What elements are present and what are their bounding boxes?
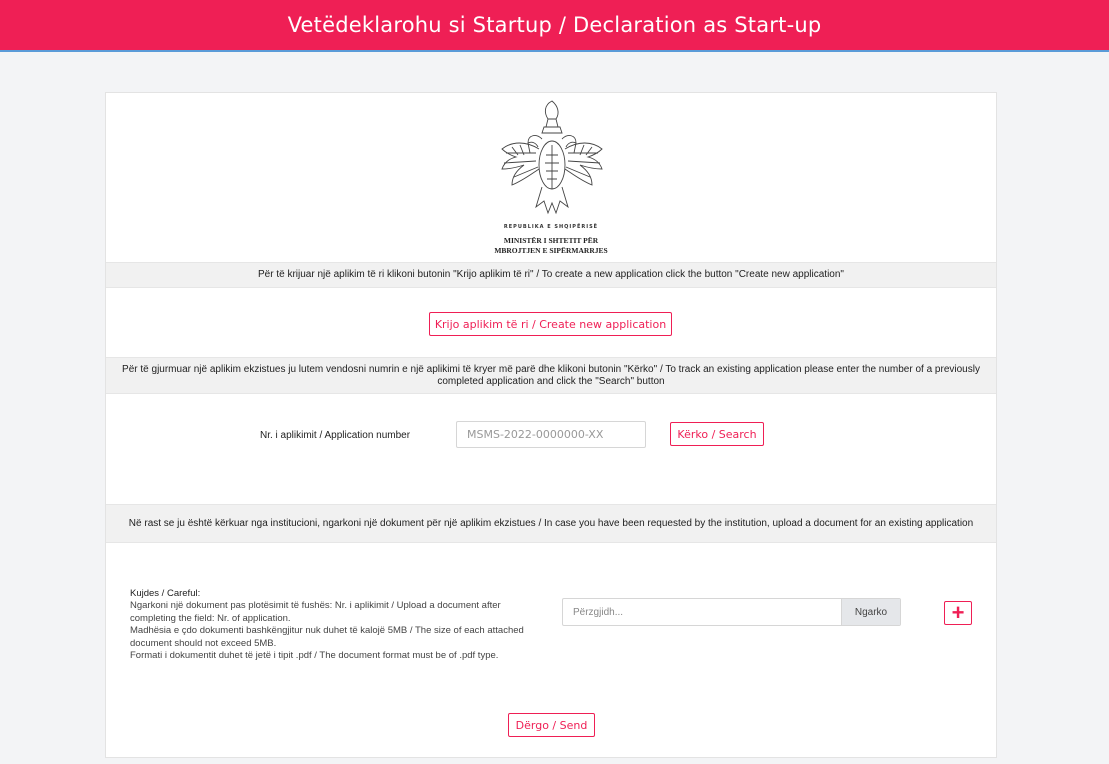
top-header-bar: Vetëdeklarohu si Startup / Declaration a…	[0, 0, 1109, 52]
careful-note-3: Formati i dokumentit duhet të jetë i tip…	[130, 650, 499, 662]
file-picker-placeholder[interactable]: Përzgjidh...	[563, 599, 841, 625]
emblem-ministry-line2: MBROJTJEN E SIPËRMARRJES	[494, 246, 608, 255]
upload-button[interactable]: Ngarko	[841, 599, 900, 625]
application-number-input[interactable]: MSMS-2022-0000000-XX	[456, 421, 646, 448]
upload-instruction-band: Në rast se ju është kërkuar nga instituc…	[106, 504, 996, 543]
emblem-ministry-line1: MINISTËR I SHTETIT PËR	[503, 236, 599, 245]
upload-instruction-text: Në rast se ju është kërkuar nga instituc…	[128, 517, 974, 529]
careful-notes: Kujdes / Careful: Ngarkoni një dokument …	[130, 588, 540, 662]
send-button[interactable]: Dërgo / Send	[508, 713, 595, 737]
main-card: REPUBLIKA E SHQIPËRISË MINISTËR I SHTETI…	[105, 92, 997, 758]
track-instruction-text: Për të gjurmuar një aplikim ekzistues ju…	[122, 363, 980, 387]
create-instruction-text: Për të krijuar një aplikim të ri klikoni…	[258, 269, 844, 280]
careful-note-2: Madhësia e çdo dokumenti bashkëngjitur n…	[130, 625, 524, 649]
eagle-emblem-icon	[501, 100, 603, 215]
plus-icon: +	[951, 600, 965, 625]
search-button[interactable]: Kërko / Search	[670, 422, 764, 446]
file-picker[interactable]: Përzgjidh... Ngarko	[562, 598, 901, 626]
emblem-country-text: REPUBLIKA E SHQIPËRISË	[503, 224, 599, 230]
careful-title: Kujdes / Careful:	[130, 588, 201, 599]
careful-note-1: Ngarkoni një dokument pas plotësimit të …	[130, 600, 501, 624]
page-title: Vetëdeklarohu si Startup / Declaration a…	[287, 13, 822, 37]
create-application-button[interactable]: Krijo aplikim të ri / Create new applica…	[429, 312, 672, 336]
ministry-emblem: REPUBLIKA E SHQIPËRISË MINISTËR I SHTETI…	[106, 93, 996, 263]
application-number-label: Nr. i aplikimit / Application number	[260, 430, 411, 441]
create-instruction-band: Për të krijuar një aplikim të ri klikoni…	[106, 262, 996, 288]
add-document-button[interactable]: +	[944, 601, 972, 625]
track-instruction-band: Për të gjurmuar një aplikim ekzistues ju…	[106, 357, 996, 394]
